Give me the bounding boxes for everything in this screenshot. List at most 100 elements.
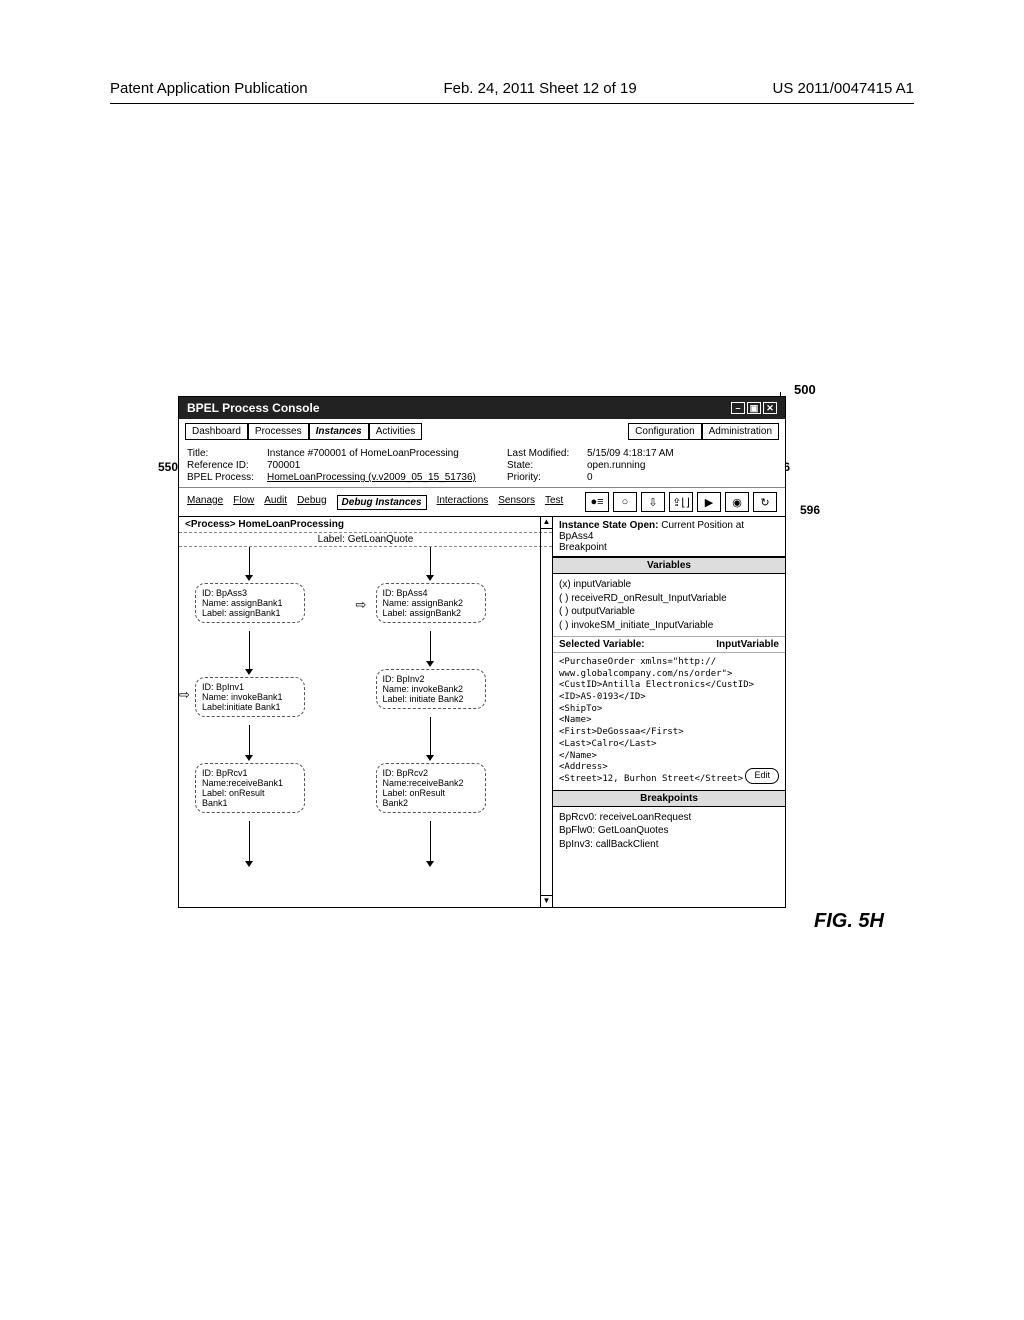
selected-variable-value: InputVariable [716,639,779,650]
variable-item[interactable]: ( ) invokeSM_initiate_InputVariable [559,619,779,633]
xml-line: www.globalcompany.com/ns/order"> [559,669,779,681]
breakpoint-item[interactable]: BpFlw0: GetLoanQuotes [559,824,779,838]
step-over-icon[interactable]: ○ [613,492,637,512]
node-id: ID: BpRcv1 [202,768,298,778]
breakpoint-label: Breakpoint [559,542,607,553]
flow-arrow [249,725,250,755]
callout-596: 596 [800,503,820,517]
subtab-interactions[interactable]: Interactions [437,495,489,510]
xml-line: <ShipTo> [559,704,779,716]
subtab-debug[interactable]: Debug [297,495,326,510]
callout-500: 500 [794,382,816,397]
xml-line: <First>DeGossaa</First> [559,727,779,739]
tab-instances[interactable]: Instances [309,423,369,440]
node-id: ID: BpAss3 [202,588,298,598]
subtab-sensors[interactable]: Sensors [498,495,535,510]
arrow-head-icon [426,575,434,581]
instance-metadata: Title: Instance #700001 of HomeLoanProce… [179,444,785,487]
edit-button[interactable]: Edit [745,768,779,784]
flow-arrow [249,631,250,669]
flow-arrow [249,547,250,575]
step-out-icon[interactable]: ⇪⌊⌋ [669,492,693,512]
node-label: Label: onResult [202,788,298,798]
flow-column-right: ⇨ ID: BpAss4 Name: assignBank2 Label: as… [366,547,553,877]
variable-item[interactable]: (x) inputVariable [559,578,779,592]
maximize-icon[interactable]: ▣ [747,402,761,414]
subtab-manage[interactable]: Manage [187,495,223,510]
scroll-down-icon[interactable]: ▼ [541,895,552,907]
step-into-icon[interactable]: ⇩ [641,492,665,512]
scroll-up-icon[interactable]: ▲ [541,517,552,529]
flow-node-bprcv2[interactable]: ID: BpRcv2 Name:receiveBank2 Label: onRe… [376,763,486,813]
header-center: Feb. 24, 2011 Sheet 12 of 19 [443,80,636,97]
state-bold: Instance State Open: [559,520,658,531]
node-name: Name: invokeBank1 [202,692,298,702]
subtab-audit[interactable]: Audit [264,495,287,510]
header-left: Patent Application Publication [110,80,308,97]
node-name: Name:receiveBank2 [383,778,479,788]
close-icon[interactable]: ✕ [763,402,777,414]
breakpoint-icon[interactable]: ●≡ [585,492,609,512]
flow-sublabel: Label: GetLoanQuote [179,533,552,547]
meta-title-label: Title: [187,448,267,459]
meta-lastmod-label: Last Modified: [507,448,587,459]
meta-state-value: open.running [587,460,697,471]
flow-arrow [430,547,431,575]
selected-variable-label: Selected Variable: [559,639,645,650]
flow-arrow [430,717,431,755]
variable-item[interactable]: ( ) outputVariable [559,605,779,619]
variable-item[interactable]: ( ) receiveRD_onResult_InputVariable [559,592,779,606]
node-name: Name:receiveBank1 [202,778,298,788]
meta-refid-label: Reference ID: [187,460,267,471]
xml-line: <PurchaseOrder xmlns="http:// [559,657,779,669]
subtab-test[interactable]: Test [545,495,563,510]
tab-administration[interactable]: Administration [702,423,779,440]
flow-node-bprcv1[interactable]: ID: BpRcv1 Name:receiveBank1 Label: onRe… [195,763,305,813]
meta-process-value[interactable]: HomeLoanProcessing (v.v2009_05_15_51736) [267,472,507,483]
meta-title-value: Instance #700001 of HomeLoanProcessing [267,448,507,459]
tab-activities[interactable]: Activities [369,423,422,440]
resume-icon[interactable]: ▶ [697,492,721,512]
meta-priority-value: 0 [587,472,697,483]
arrow-head-icon [426,661,434,667]
flow-arrow [249,821,250,861]
arrow-head-icon [245,669,253,675]
tab-configuration[interactable]: Configuration [628,423,701,440]
flow-arrow [430,821,431,861]
flow-node-bpass4[interactable]: ID: BpAss4 Name: assignBank2 Label: assi… [376,583,486,623]
watch-icon[interactable]: ◉ [725,492,749,512]
minimize-icon[interactable]: – [731,402,745,414]
flow-scrollbar[interactable]: ▲ ▼ [540,517,552,907]
subtabs: Manage Flow Audit Debug Debug Instances … [187,495,563,510]
meta-priority-label: Priority: [507,472,587,483]
node-name: Name: assignBank1 [202,598,298,608]
node-label: Label:initiate Bank1 [202,702,298,712]
arrow-head-icon [426,861,434,867]
node-name: Name: invokeBank2 [383,684,479,694]
arrow-head-icon [245,755,253,761]
node-label: Label: initiate Bank2 [383,694,479,704]
flow-node-bpinv2[interactable]: ID: BpInv2 Name: invokeBank2 Label: init… [376,669,486,709]
flow-body: ID: BpAss3 Name: assignBank1 Label: assi… [179,547,552,877]
variable-xml-content: <PurchaseOrder xmlns="http:// www.global… [553,652,785,790]
tab-processes[interactable]: Processes [248,423,309,440]
node-id: ID: BpInv2 [383,674,479,684]
tab-dashboard[interactable]: Dashboard [185,423,248,440]
flow-diagram-pane: <Process> HomeLoanProcessing Label: GetL… [179,517,553,907]
window-title: BPEL Process Console [187,401,320,415]
meta-refid-value: 700001 [267,460,507,471]
breakpoint-item[interactable]: BpInv3: callBackClient [559,838,779,852]
refresh-icon[interactable]: ↻ [753,492,777,512]
subtab-flow[interactable]: Flow [233,495,254,510]
node-label: Label: assignBank2 [383,608,479,618]
breakpoint-item[interactable]: BpRcv0: receiveLoanRequest [559,811,779,825]
breakpoints-header: Breakpoints [553,790,785,807]
subtab-debug-instances[interactable]: Debug Instances [337,495,427,510]
flow-node-bpinv1[interactable]: ID: BpInv1 Name: invokeBank1 Label:initi… [195,677,305,717]
flow-column-left: ID: BpAss3 Name: assignBank1 Label: assi… [179,547,366,877]
current-pointer-icon: ⇨ [179,687,190,703]
breakpoints-list: BpRcv0: receiveLoanRequest BpFlw0: GetLo… [553,807,785,856]
variables-list: (x) inputVariable ( ) receiveRD_onResult… [553,574,785,636]
flow-node-bpass3[interactable]: ID: BpAss3 Name: assignBank1 Label: assi… [195,583,305,623]
arrow-head-icon [245,861,253,867]
